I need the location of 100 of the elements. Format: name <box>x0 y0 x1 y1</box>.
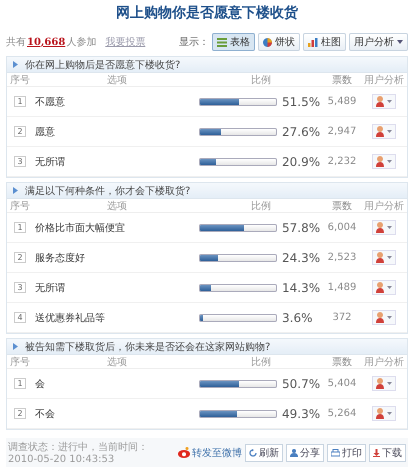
percentage: 27.6% <box>282 124 320 138</box>
survey-status: 调查状态：进行中，当前时间：2010-05-20 10:43:53 <box>8 440 149 465</box>
column-header: 序号 <box>9 356 31 368</box>
row-number: 1 <box>14 96 26 107</box>
user-analysis-button[interactable] <box>372 154 396 169</box>
column-header: 选项 <box>106 356 128 368</box>
question-title: 你在网上购物后是否愿意下楼收货? <box>25 58 180 72</box>
vote-count: 2,232 <box>328 156 356 167</box>
row-number: 1 <box>14 222 26 233</box>
caret-icon <box>387 412 392 415</box>
percentage: 57.8% <box>282 220 320 234</box>
column-header: 用户分析 <box>363 74 405 86</box>
participant-count: 10,668 <box>27 37 66 48</box>
vote-count: 5,404 <box>328 378 356 389</box>
column-header: 票数 <box>331 200 353 212</box>
user-analysis-button[interactable] <box>372 220 396 235</box>
vote-count: 5,489 <box>328 96 356 107</box>
person-icon <box>376 222 384 233</box>
caret-icon <box>387 160 392 163</box>
caret-icon <box>387 226 392 229</box>
person-icon <box>376 252 384 263</box>
caret-icon <box>387 382 392 385</box>
row-number: 2 <box>14 252 26 263</box>
column-header: 选项 <box>106 200 128 212</box>
triangle-icon <box>13 187 18 194</box>
display-label: 显示： <box>179 36 209 49</box>
user-analysis-dropdown[interactable]: 用户分析 <box>349 33 408 51</box>
footer-button[interactable]: 打印 <box>327 444 366 462</box>
view-button[interactable]: 饼状 <box>258 33 300 51</box>
footer-button[interactable]: 下载 <box>369 444 406 462</box>
caret-icon <box>387 316 392 319</box>
participants-label: 共有 <box>6 36 26 49</box>
percentage: 3.6% <box>282 310 312 324</box>
column-header: 用户分析 <box>363 356 405 368</box>
row-number: 2 <box>14 126 26 137</box>
column-header: 序号 <box>9 200 31 212</box>
caret-icon <box>387 286 392 289</box>
user-analysis-button[interactable] <box>372 94 396 109</box>
page-title: 网上购物你是否愿意下楼收货 <box>115 4 299 23</box>
triangle-icon <box>13 343 18 350</box>
pie-chart-icon <box>263 38 272 46</box>
triangle-icon <box>13 61 18 68</box>
printer-icon <box>331 448 340 456</box>
caret-icon <box>387 256 392 259</box>
vote-count: 1,489 <box>328 282 356 293</box>
row-number: 4 <box>14 312 26 323</box>
footer-button[interactable]: 刷新 <box>245 444 283 462</box>
bar-chart-icon <box>308 38 318 46</box>
view-button[interactable]: 柱图 <box>303 33 346 51</box>
user-analysis-button[interactable] <box>372 310 396 325</box>
option-label: 不愿意 <box>35 96 65 108</box>
person-icon <box>290 448 298 456</box>
user-analysis-button[interactable] <box>372 406 396 421</box>
option-label: 愿意 <box>35 126 55 138</box>
percentage: 50.7% <box>282 376 320 390</box>
user-analysis-button[interactable] <box>372 124 396 139</box>
row-number: 2 <box>14 408 26 419</box>
question-title: 被告知需下楼取货后，你未来是否还会在这家网站购物? <box>25 340 270 354</box>
column-header: 用户分析 <box>363 200 405 212</box>
user-analysis-button[interactable] <box>372 280 396 295</box>
question-title: 满足以下何种条件，你才会下楼取货? <box>25 184 190 198</box>
option-label: 送优惠券礼品等 <box>35 312 105 324</box>
option-label: 会 <box>35 378 45 390</box>
user-analysis-button[interactable] <box>372 250 396 265</box>
vote-count: 5,264 <box>328 408 356 419</box>
column-header: 票数 <box>331 356 353 368</box>
weibo-share-link[interactable]: 转发至微博 <box>178 446 242 460</box>
row-number: 3 <box>14 282 26 293</box>
person-icon <box>376 408 384 419</box>
column-header: 比例 <box>250 74 272 86</box>
download-icon <box>373 448 380 456</box>
user-analysis-button[interactable] <box>372 376 396 391</box>
refresh-icon <box>249 448 257 456</box>
percentage: 14.3% <box>282 280 320 294</box>
percentage: 49.3% <box>282 406 320 420</box>
participants-label: 人参加 <box>66 36 96 49</box>
option-label: 不会 <box>35 408 55 420</box>
row-number: 3 <box>14 156 26 167</box>
caret-icon <box>387 130 392 133</box>
person-icon <box>376 126 384 137</box>
person-icon <box>376 378 384 389</box>
option-label: 无所谓 <box>35 282 65 294</box>
percentage: 51.5% <box>282 94 320 108</box>
eye-logo-icon <box>178 447 190 458</box>
option-label: 服务态度好 <box>35 252 85 264</box>
percentage: 24.3% <box>282 250 320 264</box>
column-header: 比例 <box>250 200 272 212</box>
option-label: 无所谓 <box>35 156 65 168</box>
column-header: 选项 <box>106 74 128 86</box>
person-icon <box>376 96 384 107</box>
table-icon <box>217 38 227 46</box>
person-icon <box>376 282 384 293</box>
vote-count: 6,004 <box>328 222 356 233</box>
person-icon <box>376 156 384 167</box>
column-header: 票数 <box>331 74 353 86</box>
column-header: 比例 <box>250 356 272 368</box>
view-button[interactable]: 表格 <box>212 33 255 51</box>
vote-count: 372 <box>332 312 352 323</box>
footer-button[interactable]: 分享 <box>286 444 324 462</box>
vote-count: 2,947 <box>328 126 356 137</box>
